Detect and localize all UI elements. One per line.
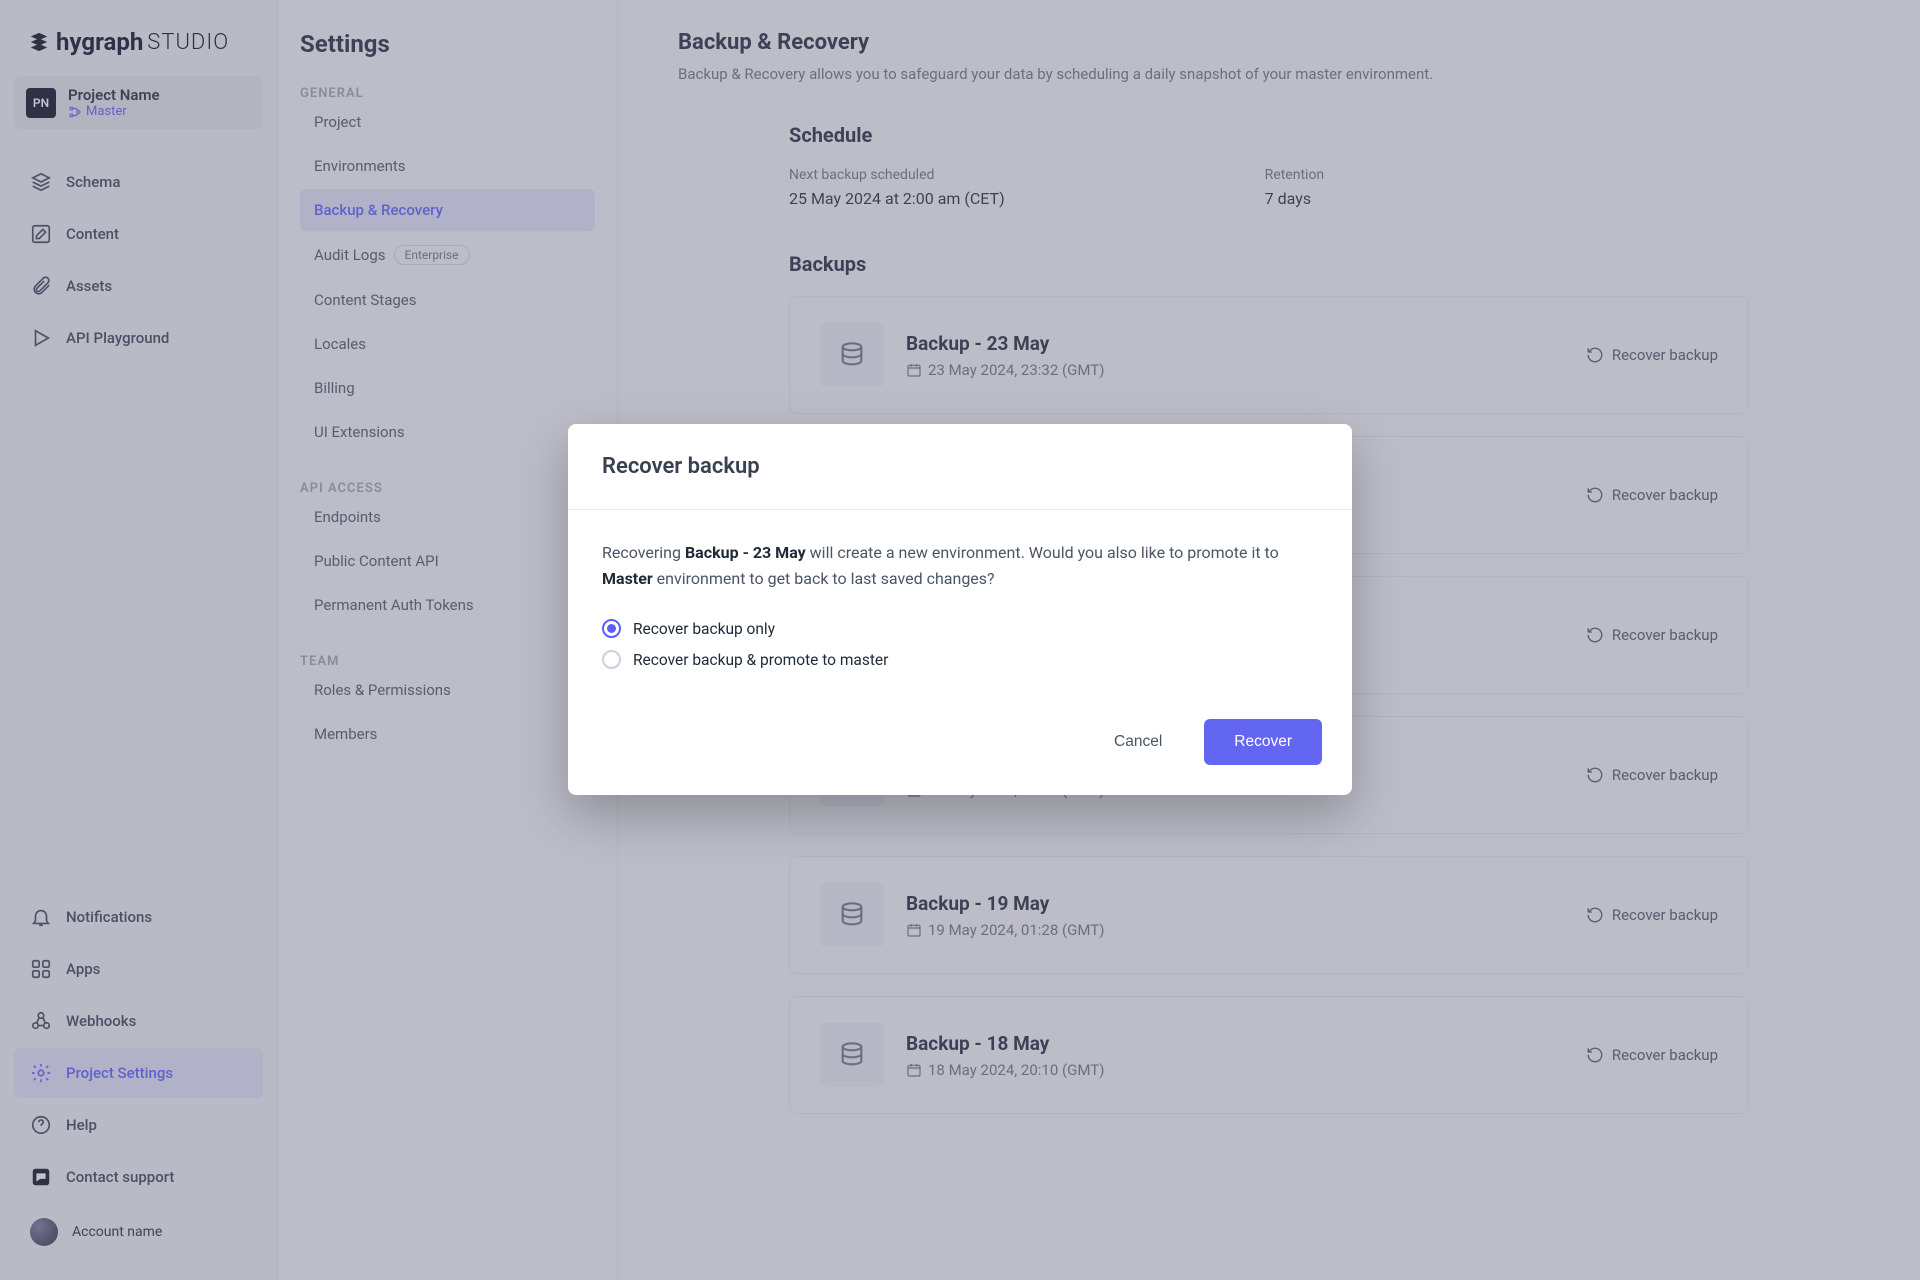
radio-label: Recover backup & promote to master [633, 651, 888, 669]
radio-label: Recover backup only [633, 620, 775, 638]
radio-recover-promote[interactable]: Recover backup & promote to master [602, 644, 1318, 675]
modal-title: Recover backup [602, 454, 1318, 479]
recover-backup-modal: Recover backup Recovering Backup - 23 Ma… [568, 424, 1352, 795]
radio-recover-only[interactable]: Recover backup only [602, 613, 1318, 644]
modal-description: Recovering Backup - 23 May will create a… [602, 540, 1318, 591]
modal-overlay[interactable]: Recover backup Recovering Backup - 23 Ma… [0, 0, 1920, 1280]
radio-checked-icon [602, 619, 621, 638]
cancel-button[interactable]: Cancel [1096, 721, 1180, 763]
radio-unchecked-icon [602, 650, 621, 669]
recover-button[interactable]: Recover [1204, 719, 1322, 765]
